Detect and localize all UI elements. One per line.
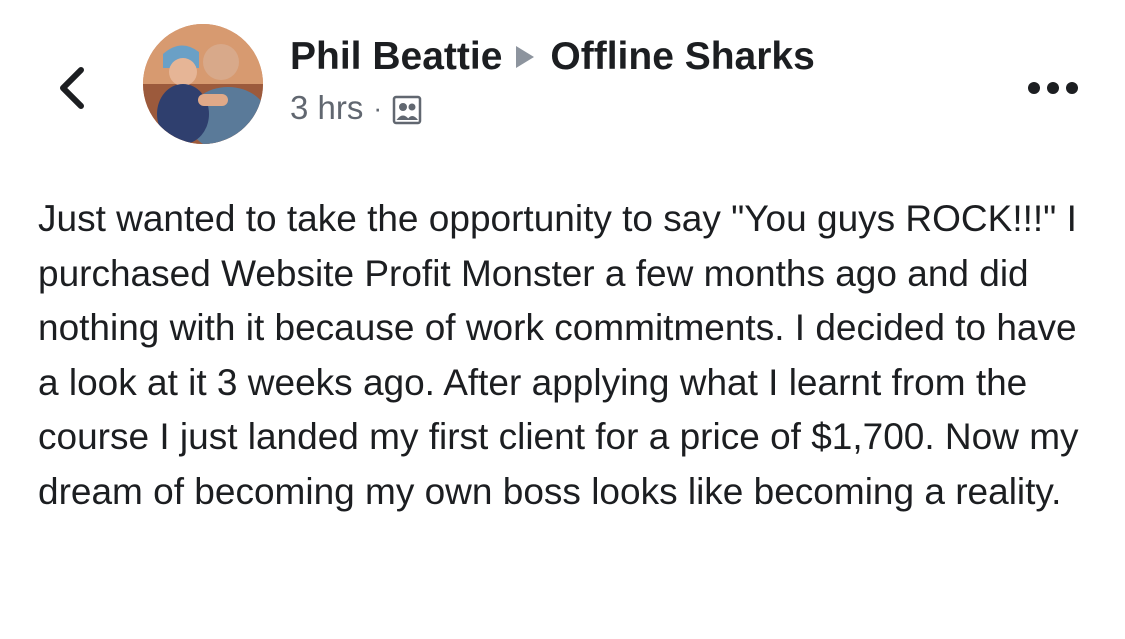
chevron-left-icon	[55, 66, 89, 115]
group-name[interactable]: Offline Sharks	[550, 34, 814, 80]
post-meta: 3 hrs ·	[290, 88, 925, 128]
back-button[interactable]	[44, 62, 100, 118]
avatar[interactable]	[143, 24, 263, 144]
author-name[interactable]: Phil Beattie	[290, 34, 502, 80]
triangle-right-icon	[514, 44, 536, 70]
meta-separator: ·	[373, 93, 383, 123]
group-audience-icon	[392, 95, 422, 125]
more-horizontal-icon	[1027, 81, 1079, 100]
post-text: Just wanted to take the opportunity to s…	[38, 198, 1079, 512]
post-header: Phil Beattie Offline Sharks 3 hrs ·	[290, 34, 925, 128]
post-title-line: Phil Beattie Offline Sharks	[290, 34, 925, 80]
post-time[interactable]: 3 hrs	[290, 88, 363, 128]
more-options-button[interactable]	[1023, 70, 1083, 110]
